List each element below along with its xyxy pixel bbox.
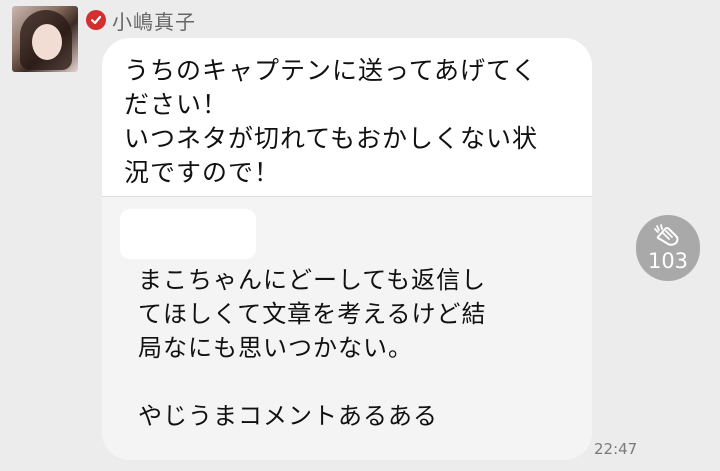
chat-screen: 小嶋真子 うちのキャプテンに送ってあげてく ださい！ いつネタが切れてもおかしく… <box>0 0 720 471</box>
message-bubble[interactable]: うちのキャプテンに送ってあげてく ださい！ いつネタが切れてもおかしくない状 況… <box>102 38 592 460</box>
clap-count: 103 <box>647 249 689 273</box>
verified-check-icon <box>86 10 106 30</box>
quoted-comment-text: まこちゃんにどーしても返信し てほしくて文章を考えるけど結 局なにも思いつかない… <box>138 266 487 430</box>
sender-name[interactable]: 小嶋真子 <box>112 6 196 35</box>
message-timestamp: 22:47 <box>594 440 638 458</box>
avatar-face <box>32 24 62 60</box>
clap-icon <box>654 224 679 246</box>
message-text: うちのキャプテンに送ってあげてく ださい！ いつネタが切れてもおかしくない状 況… <box>124 56 539 187</box>
sender-header: 小嶋真子 <box>86 6 196 35</box>
redacted-commenter <box>120 209 256 259</box>
sender-avatar[interactable] <box>12 6 78 72</box>
clap-button[interactable]: 103 <box>636 215 700 281</box>
quoted-comment[interactable]: まこちゃんにどーしても返信し てほしくて文章を考えるけど結 局なにも思いつかない… <box>102 196 592 460</box>
